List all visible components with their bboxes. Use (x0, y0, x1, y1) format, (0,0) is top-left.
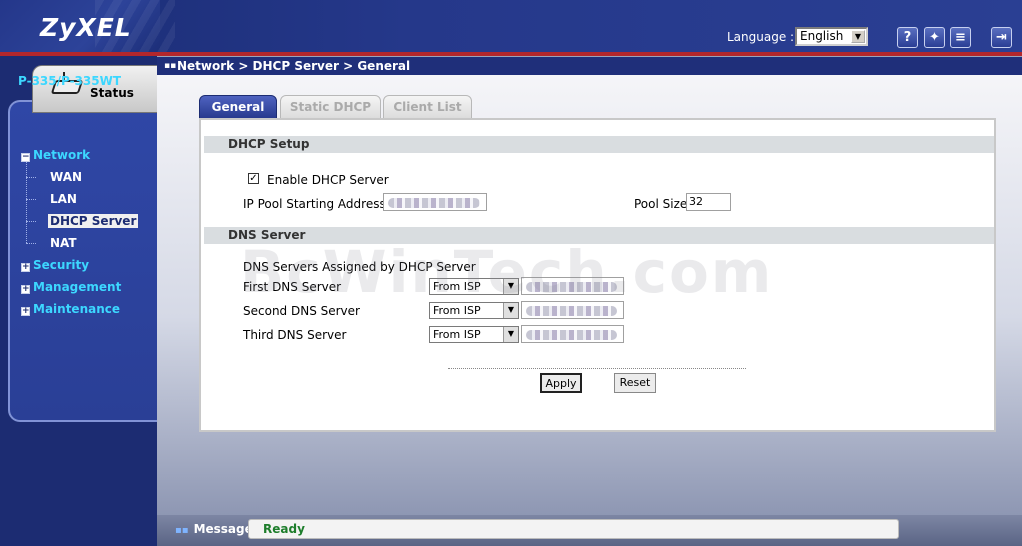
model-name: P-335/P-335WT (18, 74, 122, 88)
sidebar-item-lan[interactable]: LAN (50, 192, 77, 206)
sidebar-item-network[interactable]: − Network (21, 148, 90, 162)
message-label: ▪▪ Message (175, 522, 253, 536)
message-bullet-icon: ▪▪ (175, 525, 189, 536)
ip-pool-label: IP Pool Starting Address (243, 197, 386, 211)
language-select[interactable]: English ▼ (795, 27, 868, 46)
tree-branch (26, 243, 36, 244)
tree-branch (26, 199, 36, 200)
chevron-down-icon: ▼ (503, 327, 518, 342)
chevron-down-icon: ▼ (851, 30, 865, 43)
sidebar-item-dhcp-server[interactable]: DHCP Server (48, 214, 139, 228)
enable-dhcp-checkbox[interactable]: ✓ (248, 173, 259, 184)
third-dns-label: Third DNS Server (243, 328, 347, 342)
wizard-icon[interactable]: ✦ (924, 27, 945, 48)
status-button[interactable]: Status (32, 65, 157, 113)
obscured-value (388, 198, 480, 208)
top-header: ZyXEL Language : English ▼ ? ✦ ≡ ⇥ (0, 0, 1022, 53)
sidebar-item-nat[interactable]: NAT (50, 236, 77, 250)
obscured-value (526, 330, 617, 340)
dhcp-setup-header: DHCP Setup (204, 136, 994, 153)
sidebar-item-wan[interactable]: WAN (50, 170, 82, 184)
tree-branch (26, 177, 36, 178)
logout-icon[interactable]: ⇥ (991, 27, 1012, 48)
sidebar-item-security[interactable]: + Security (21, 258, 89, 272)
breadcrumb: ▪▪ Network > DHCP Server > General (157, 57, 1022, 75)
button-separator (448, 368, 746, 369)
tree-branch (26, 221, 36, 222)
watermark: BcWinTech.com (240, 238, 774, 306)
expand-icon[interactable]: + (21, 285, 30, 294)
third-dns-ip-input[interactable] (521, 325, 624, 343)
sidebar: Status (0, 56, 157, 546)
notes-icon[interactable]: ≡ (950, 27, 971, 48)
tab-static-dhcp[interactable]: Static DHCP (280, 95, 381, 119)
obscured-value (526, 306, 617, 316)
ip-pool-start-input[interactable] (383, 193, 487, 211)
second-dns-label: Second DNS Server (243, 304, 360, 318)
language-value: English (800, 29, 844, 43)
status-label: Status (90, 86, 134, 100)
language-label: Language : (727, 30, 795, 44)
breadcrumb-bullet-icon: ▪▪ (164, 61, 177, 71)
expand-icon[interactable]: + (21, 307, 30, 316)
enable-dhcp-label: Enable DHCP Server (267, 173, 389, 187)
reset-button[interactable]: Reset (614, 373, 656, 393)
zyxel-logo: ZyXEL (40, 13, 132, 42)
message-status: Ready (248, 519, 899, 539)
expand-icon[interactable]: + (21, 263, 30, 272)
tab-client-list[interactable]: Client List (383, 95, 472, 119)
third-dns-select[interactable]: From ISP ▼ (429, 326, 519, 343)
sidebar-item-maintenance[interactable]: + Maintenance (21, 302, 120, 316)
help-icon[interactable]: ? (897, 27, 918, 48)
sidebar-item-management[interactable]: + Management (21, 280, 121, 294)
pool-size-label: Pool Size (634, 197, 688, 211)
tree-line (26, 161, 27, 243)
tab-general[interactable]: General (199, 95, 277, 119)
collapse-icon[interactable]: − (21, 153, 30, 162)
breadcrumb-text: Network > DHCP Server > General (177, 59, 411, 73)
apply-button[interactable]: Apply (540, 373, 582, 393)
third-dns-mode: From ISP (433, 328, 481, 341)
pool-size-input[interactable]: 32 (686, 193, 731, 211)
